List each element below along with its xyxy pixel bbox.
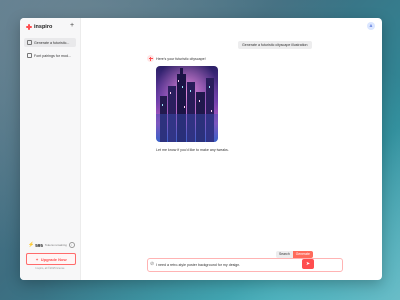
chat-icon	[27, 40, 32, 45]
credits-label: Tokens remaining	[44, 243, 67, 247]
bot-intro-text: Here's your futuristic cityscape!	[156, 57, 206, 61]
new-chat-plus-icon[interactable]: +	[68, 22, 76, 30]
bot-followup-text: Let me know if you'd like to make any tw…	[156, 148, 229, 152]
info-icon[interactable]: i	[68, 242, 75, 248]
generated-image[interactable]	[156, 66, 218, 142]
mode-tabs: Search Generate	[276, 251, 313, 258]
bolt-icon: ⚡	[28, 241, 35, 248]
user-message: Generate a futuristic cityscape illustra…	[238, 41, 312, 49]
prompt-input[interactable]	[156, 260, 316, 269]
credits-row: ⚡ 595 Tokens remaining i	[28, 242, 75, 248]
brand: inspiro	[26, 24, 52, 30]
sidebar-item-label: Generate a futuristic...	[34, 40, 70, 45]
app-window: inspiro + Generate a futuristic... Font …	[20, 18, 382, 280]
sidebar-footer: Inspiro, all ©2025 license	[35, 267, 65, 270]
brand-logo-icon	[26, 24, 32, 30]
avatar[interactable]: A	[367, 22, 375, 30]
chat-icon	[27, 53, 32, 58]
bot-avatar-icon	[147, 55, 154, 62]
sidebar-item-chat-1[interactable]: Generate a futuristic...	[24, 38, 76, 47]
upgrade-button-label: Upgrade Now	[40, 256, 67, 262]
send-arrow-icon: ➤	[305, 261, 311, 267]
cityscape-illustration	[156, 66, 218, 142]
tab-generate[interactable]: Generate	[292, 251, 313, 258]
sparkle-icon: ✦	[35, 256, 39, 262]
sidebar-item-label: Font pairings for mod...	[34, 53, 71, 58]
sidebar-item-chat-2[interactable]: Font pairings for mod...	[24, 51, 76, 60]
sidebar: inspiro + Generate a futuristic... Font …	[20, 18, 81, 280]
credits-value: 595	[35, 242, 43, 248]
upgrade-button[interactable]: ✦ Upgrade Now	[26, 253, 76, 265]
attach-icon[interactable]: ⊘	[150, 262, 154, 267]
brand-name: inspiro	[34, 24, 53, 30]
send-button[interactable]: ➤	[302, 259, 314, 269]
tab-search[interactable]: Search	[276, 251, 293, 258]
